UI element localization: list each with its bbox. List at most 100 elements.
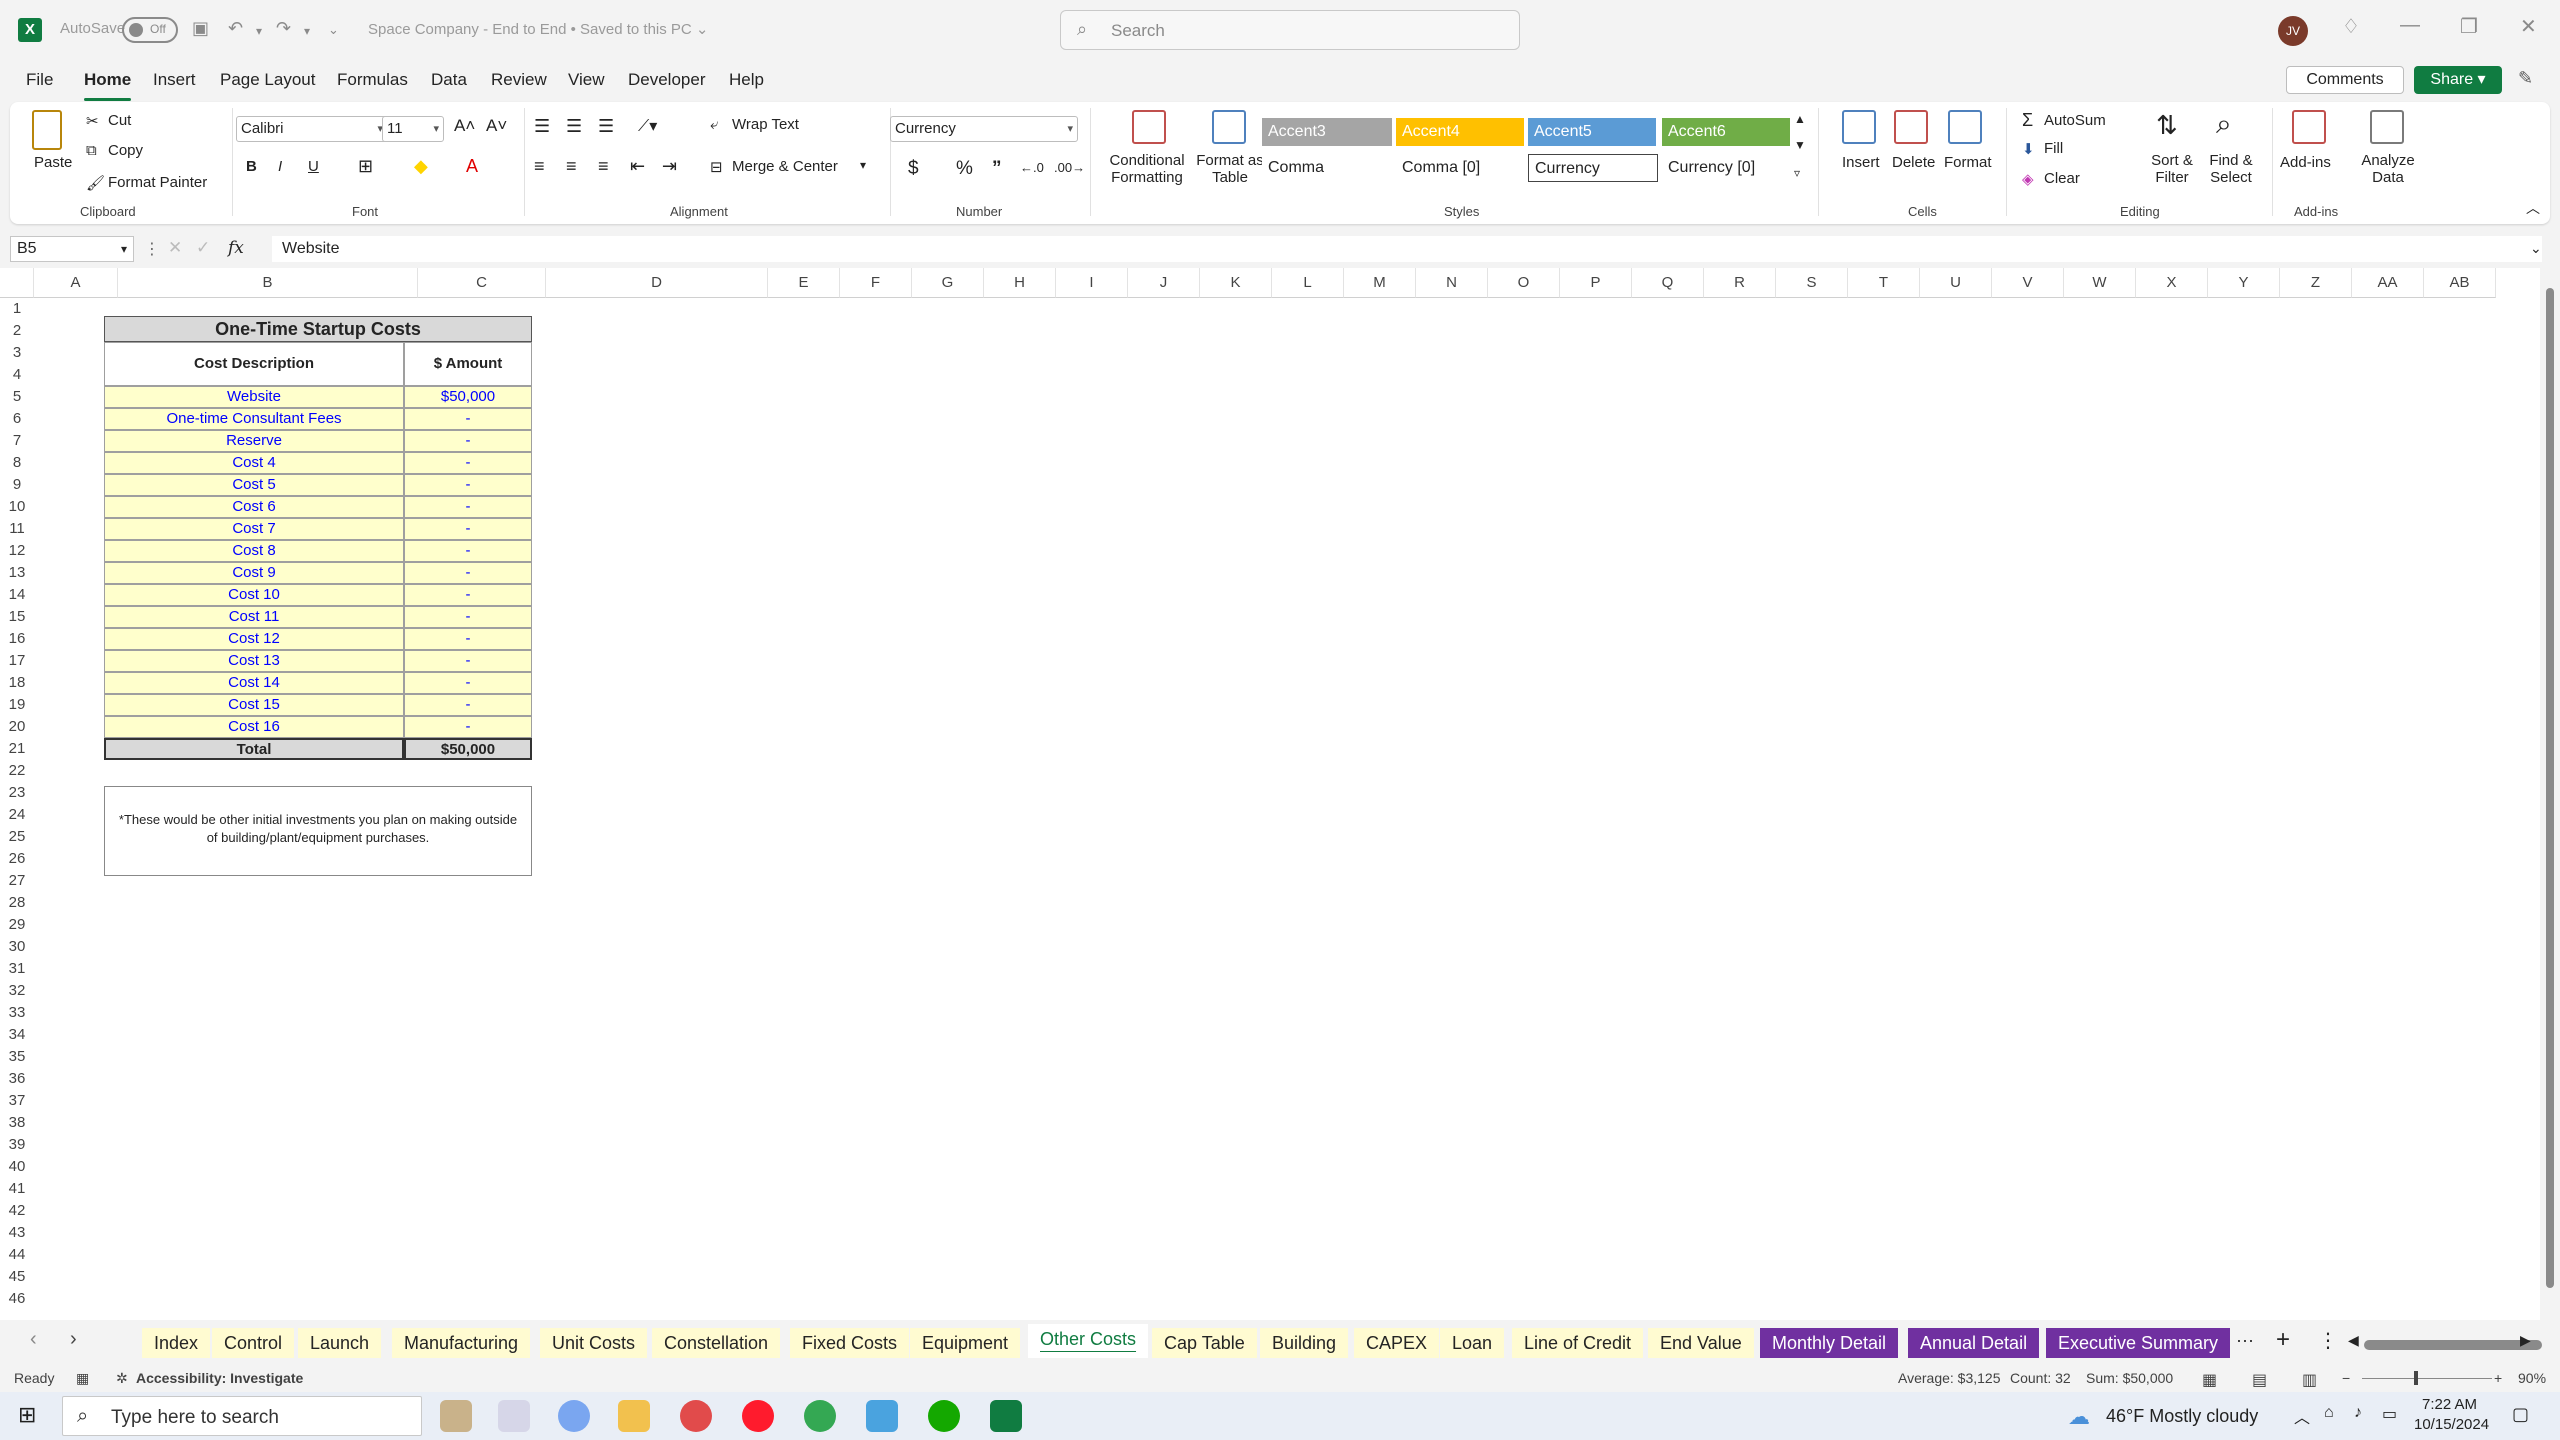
- align-middle-icon[interactable]: ☰: [566, 116, 582, 137]
- format-cells-icon[interactable]: [1948, 110, 1982, 144]
- amount-cell[interactable]: $50,000: [404, 386, 532, 408]
- column-header[interactable]: L: [1272, 268, 1344, 298]
- row-header[interactable]: 15: [0, 606, 34, 628]
- copy-icon[interactable]: ⧉: [86, 142, 97, 159]
- cost-description-cell[interactable]: Cost 6: [104, 496, 404, 518]
- scroll-right-icon[interactable]: ▶: [2520, 1332, 2531, 1349]
- document-title[interactable]: Space Company - End to End • Saved to th…: [368, 20, 709, 38]
- header-amount[interactable]: $ Amount: [404, 342, 532, 386]
- comments-button[interactable]: Comments: [2286, 66, 2404, 94]
- row-header[interactable]: 9: [0, 474, 34, 496]
- sheet-tab[interactable]: Launch: [298, 1328, 382, 1358]
- column-header[interactable]: AB: [2424, 268, 2496, 298]
- sheet-tab[interactable]: CAPEX: [1354, 1328, 1440, 1358]
- column-header[interactable]: P: [1560, 268, 1632, 298]
- file-explorer-icon[interactable]: [618, 1400, 650, 1432]
- column-header[interactable]: X: [2136, 268, 2208, 298]
- merge-icon[interactable]: ⊟: [710, 158, 723, 176]
- row-header[interactable]: 11: [0, 518, 34, 540]
- style-currency-0[interactable]: Currency [0]: [1662, 154, 1790, 182]
- sheet-tab[interactable]: Cap Table: [1152, 1328, 1257, 1358]
- sheet-tab[interactable]: Unit Costs: [540, 1328, 648, 1358]
- sheet-tab[interactable]: Fixed Costs: [790, 1328, 910, 1358]
- cost-description-cell[interactable]: Cost 12: [104, 628, 404, 650]
- row-header[interactable]: 43: [0, 1222, 34, 1244]
- row-header[interactable]: 31: [0, 958, 34, 980]
- comma-style-button[interactable]: ”: [992, 158, 1002, 180]
- column-header[interactable]: E: [768, 268, 840, 298]
- snipping-tool-icon[interactable]: [680, 1400, 712, 1432]
- copilot-icon[interactable]: [558, 1400, 590, 1432]
- row-header[interactable]: 20: [0, 716, 34, 738]
- analyze-data-icon[interactable]: [2370, 110, 2404, 144]
- row-header[interactable]: 45: [0, 1266, 34, 1288]
- cost-description-cell[interactable]: Cost 9: [104, 562, 404, 584]
- more-icon[interactable]: ⋮: [144, 239, 160, 259]
- customize-qat-icon[interactable]: ⌄: [328, 22, 339, 38]
- column-header[interactable]: O: [1488, 268, 1560, 298]
- opera-icon[interactable]: [742, 1400, 774, 1432]
- page-break-view-icon[interactable]: ▥: [2302, 1370, 2317, 1390]
- amount-cell[interactable]: -: [404, 474, 532, 496]
- lightbulb-icon[interactable]: ♢: [2342, 14, 2360, 39]
- column-header[interactable]: R: [1704, 268, 1776, 298]
- increase-font-icon[interactable]: A˄: [454, 116, 475, 136]
- analyze-data-button[interactable]: Analyze Data: [2354, 152, 2422, 186]
- zoom-slider-thumb[interactable]: [2414, 1371, 2418, 1385]
- tab-help[interactable]: Help: [729, 70, 764, 90]
- upwork-icon[interactable]: [928, 1400, 960, 1432]
- format-cells-button[interactable]: Format: [1944, 154, 1992, 171]
- cost-description-cell[interactable]: Cost 16: [104, 716, 404, 738]
- sheet-tab[interactable]: Equipment: [910, 1328, 1021, 1358]
- row-header[interactable]: 18: [0, 672, 34, 694]
- tab-developer[interactable]: Developer: [628, 70, 706, 90]
- align-bottom-icon[interactable]: ☰: [598, 116, 614, 137]
- normal-view-icon[interactable]: ▦: [2202, 1370, 2217, 1390]
- styles-scroll-down-icon[interactable]: ▼: [1794, 138, 1806, 152]
- row-header[interactable]: 46: [0, 1288, 34, 1310]
- format-painter-icon[interactable]: 🖌: [86, 174, 105, 192]
- row-header[interactable]: 7: [0, 430, 34, 452]
- amount-cell[interactable]: -: [404, 408, 532, 430]
- fill-icon[interactable]: ⬇: [2022, 140, 2035, 158]
- accessibility-icon[interactable]: ✲: [116, 1370, 128, 1387]
- fill-button[interactable]: Fill: [2044, 140, 2063, 157]
- row-header[interactable]: 28: [0, 892, 34, 914]
- sheet-tab[interactable]: Manufacturing: [392, 1328, 531, 1358]
- align-right-icon[interactable]: ≡: [598, 156, 609, 177]
- style-accent3[interactable]: Accent3: [1262, 118, 1392, 146]
- insert-cells-button[interactable]: Insert: [1842, 154, 1880, 171]
- decrease-decimal-icon[interactable]: .00→: [1054, 160, 1085, 175]
- amount-cell[interactable]: -: [404, 430, 532, 452]
- orientation-icon[interactable]: ⟋▾: [638, 116, 657, 136]
- amount-cell[interactable]: -: [404, 672, 532, 694]
- sheet-tab[interactable]: Other Costs: [1028, 1324, 1149, 1358]
- sort-filter-button[interactable]: Sort & Filter: [2142, 152, 2202, 186]
- cost-description-cell[interactable]: Reserve: [104, 430, 404, 452]
- select-all-corner[interactable]: [0, 268, 34, 298]
- row-header[interactable]: 29: [0, 914, 34, 936]
- format-as-table-icon[interactable]: [1212, 110, 1246, 144]
- tab-home[interactable]: Home: [84, 70, 132, 101]
- tab-insert[interactable]: Insert: [153, 70, 196, 90]
- eraser-icon[interactable]: ◈: [2022, 170, 2034, 188]
- cost-description-cell[interactable]: One-time Consultant Fees: [104, 408, 404, 430]
- minimize-icon[interactable]: —: [2400, 14, 2420, 37]
- row-header[interactable]: 41: [0, 1178, 34, 1200]
- column-header[interactable]: Z: [2280, 268, 2352, 298]
- total-value-cell[interactable]: $50,000: [404, 738, 532, 760]
- zoom-level[interactable]: 90%: [2518, 1370, 2546, 1386]
- battery-icon[interactable]: ▭: [2382, 1404, 2397, 1424]
- column-header[interactable]: A: [34, 268, 118, 298]
- cost-description-cell[interactable]: Cost 8: [104, 540, 404, 562]
- column-header[interactable]: B: [118, 268, 418, 298]
- sheet-tab[interactable]: Loan: [1440, 1328, 1505, 1358]
- find-select-icon[interactable]: ⌕: [2216, 108, 2232, 141]
- styles-scroll-up-icon[interactable]: ▲: [1794, 112, 1806, 126]
- column-header[interactable]: M: [1344, 268, 1416, 298]
- row-header[interactable]: 3: [0, 342, 34, 364]
- chevron-down-icon[interactable]: ▾: [860, 158, 866, 172]
- add-sheet-icon[interactable]: +: [2276, 1326, 2290, 1354]
- sheet-options-icon[interactable]: ⋮: [2318, 1328, 2338, 1353]
- amount-cell[interactable]: -: [404, 540, 532, 562]
